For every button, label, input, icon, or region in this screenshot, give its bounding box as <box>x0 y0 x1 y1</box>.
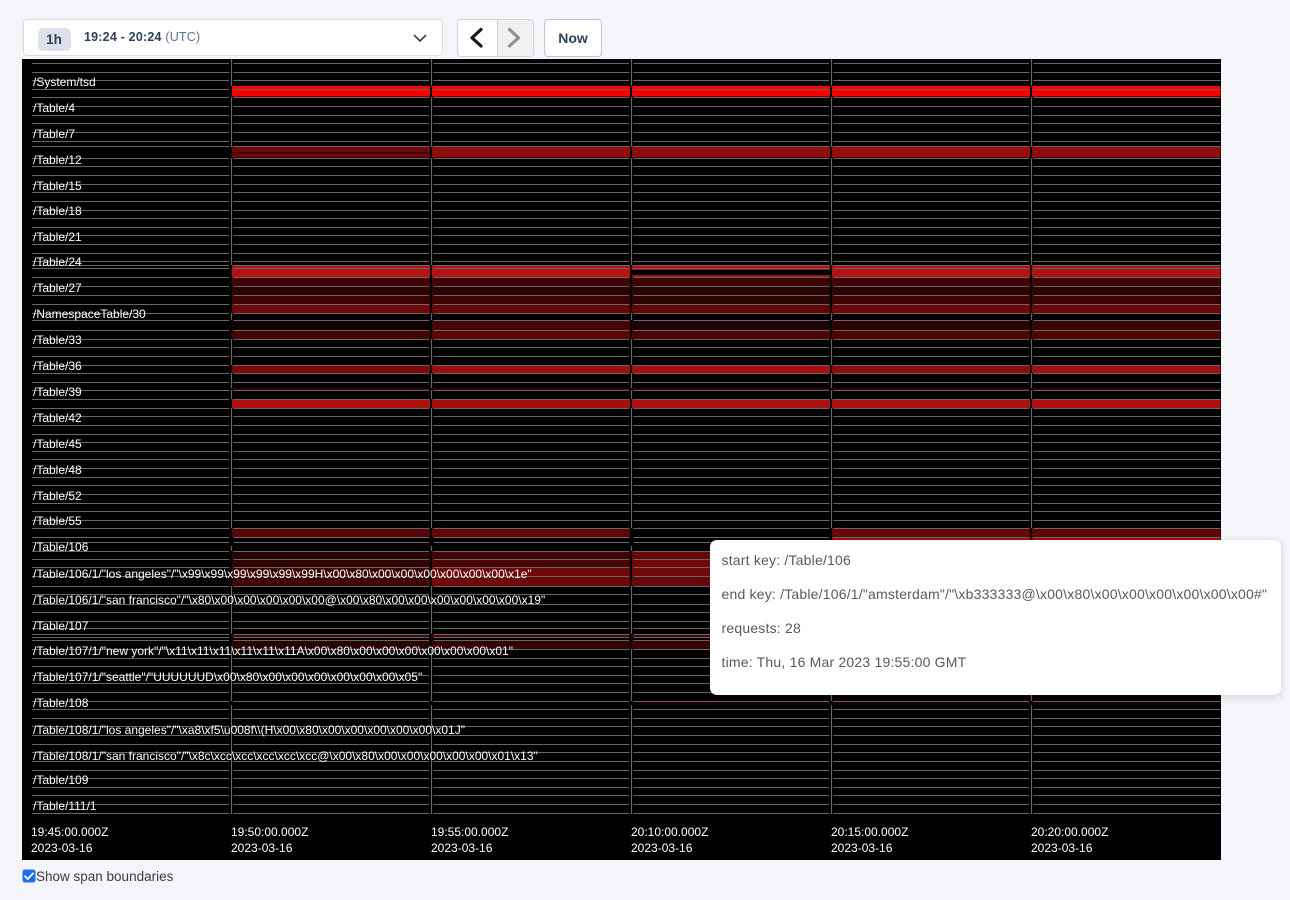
svg-text:/Table/15: /Table/15 <box>33 179 82 193</box>
svg-text:/Table/45: /Table/45 <box>33 437 82 451</box>
svg-text:/Table/108: /Table/108 <box>33 696 89 710</box>
svg-text:/Table/107: /Table/107 <box>33 619 89 633</box>
svg-text:20:20:00.000Z: 20:20:00.000Z <box>1031 825 1108 839</box>
svg-text:/Table/111/1: /Table/111/1 <box>33 799 97 813</box>
svg-text:/Table/21: /Table/21 <box>33 230 82 244</box>
svg-text:/Table/39: /Table/39 <box>33 385 82 399</box>
svg-text:/Table/52: /Table/52 <box>33 489 82 503</box>
svg-text:/NamespaceTable/30: /NamespaceTable/30 <box>33 307 146 321</box>
svg-text:/Table/106/1/"san francisco"/": /Table/106/1/"san francisco"/"\x80\x00\x… <box>33 593 545 607</box>
svg-text:2023-03-16: 2023-03-16 <box>631 841 693 855</box>
svg-text:2023-03-16: 2023-03-16 <box>831 841 893 855</box>
svg-text:/Table/33: /Table/33 <box>33 333 82 347</box>
svg-text:2023-03-16: 2023-03-16 <box>31 841 93 855</box>
svg-text:2023-03-16: 2023-03-16 <box>1031 841 1093 855</box>
svg-text:/Table/18: /Table/18 <box>33 204 82 218</box>
svg-text:2023-03-16: 2023-03-16 <box>231 841 293 855</box>
svg-text:/Table/36: /Table/36 <box>33 359 82 373</box>
svg-text:20:15:00.000Z: 20:15:00.000Z <box>831 825 908 839</box>
svg-text:/Table/27: /Table/27 <box>33 281 82 295</box>
svg-text:19:50:00.000Z: 19:50:00.000Z <box>231 825 308 839</box>
svg-text:19:55:00.000Z: 19:55:00.000Z <box>431 825 508 839</box>
svg-text:/Table/107/1/"new york"/"\x11\: /Table/107/1/"new york"/"\x11\x11\x11\x1… <box>33 644 513 658</box>
svg-text:/Table/24: /Table/24 <box>33 255 82 269</box>
svg-text:/Table/106/1/"los angeles"/"\x: /Table/106/1/"los angeles"/"\x99\x99\x99… <box>33 567 532 581</box>
svg-text:/Table/108/1/"los angeles"/"\x: /Table/108/1/"los angeles"/"\xa8\xf5\u00… <box>33 723 465 737</box>
svg-text:/Table/108/1/"san francisco"/": /Table/108/1/"san francisco"/"\x8c\xcc\x… <box>33 749 538 763</box>
svg-text:20:10:00.000Z: 20:10:00.000Z <box>631 825 708 839</box>
svg-text:/Table/48: /Table/48 <box>33 463 82 477</box>
svg-text:/Table/109: /Table/109 <box>33 773 89 787</box>
svg-text:/Table/7: /Table/7 <box>33 127 75 141</box>
svg-text:/Table/55: /Table/55 <box>33 514 82 528</box>
svg-text:2023-03-16: 2023-03-16 <box>431 841 493 855</box>
svg-text:/System/tsd: /System/tsd <box>33 75 96 89</box>
svg-text:19:45:00.000Z: 19:45:00.000Z <box>31 825 108 839</box>
svg-text:/Table/42: /Table/42 <box>33 411 82 425</box>
svg-text:/Table/106: /Table/106 <box>33 540 89 554</box>
svg-text:/Table/12: /Table/12 <box>33 153 82 167</box>
svg-text:/Table/107/1/"seattle"/"UUUUUU: /Table/107/1/"seattle"/"UUUUUUD\x00\x80\… <box>33 670 422 684</box>
svg-text:/Table/4: /Table/4 <box>33 101 75 115</box>
